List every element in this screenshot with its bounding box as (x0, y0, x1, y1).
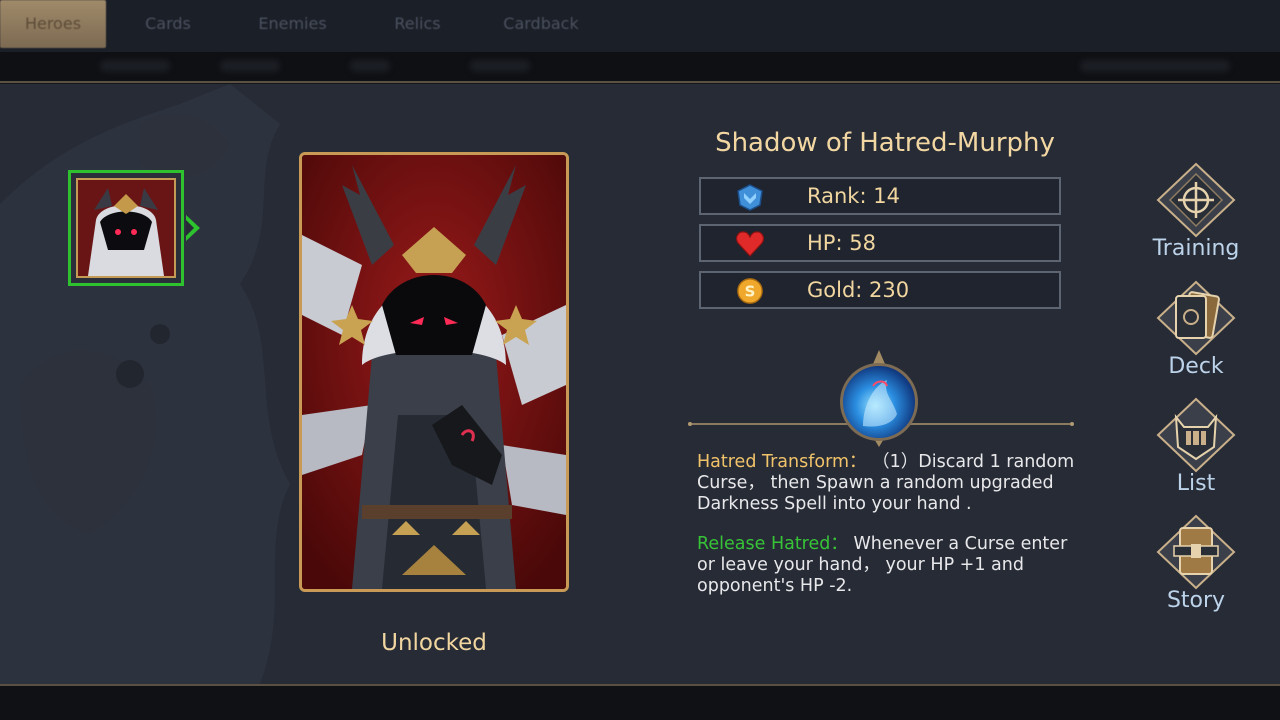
deck-label: Deck (1168, 354, 1224, 379)
stat-gold-text: Gold: 230 (807, 278, 910, 302)
deck-icon (1156, 280, 1236, 356)
list-label: List (1176, 471, 1216, 496)
heart-icon (735, 231, 765, 257)
skill-2-name: Release Hatred： (697, 534, 848, 554)
stat-gold: S Gold: 230 (699, 271, 1061, 309)
tab-enemies[interactable]: Enemies (240, 0, 345, 48)
hero-portrait-image (76, 178, 176, 278)
hero-detail-panel (0, 84, 1280, 684)
rank-icon (737, 184, 763, 211)
skill-1-description: Hatred Transform： （1）Discard 1 random Cu… (697, 452, 1077, 515)
tab-relics[interactable]: Relics (370, 0, 465, 48)
training-button[interactable]: Training (1150, 162, 1242, 272)
training-icon (1156, 162, 1236, 238)
list-icon (1156, 397, 1236, 473)
tab-heroes[interactable]: Heroes (0, 0, 106, 48)
hero-portrait-selected[interactable] (68, 170, 184, 286)
skill-2-description: Release Hatred： Whenever a Curse enter o… (697, 534, 1077, 597)
list-button[interactable]: List (1150, 397, 1242, 507)
deck-button[interactable]: Deck (1150, 280, 1242, 390)
stat-rank: Rank: 14 (699, 177, 1061, 215)
selection-arrow-icon (186, 215, 200, 241)
top-tab-bar: Heroes Cards Enemies Relics Cardback (0, 0, 1280, 52)
sub-tab-bar (0, 52, 1280, 82)
divider-line (0, 81, 1280, 83)
story-button[interactable]: Story (1150, 514, 1242, 624)
tab-cardback[interactable]: Cardback (486, 0, 596, 48)
training-label: Training (1152, 236, 1240, 261)
story-label: Story (1166, 588, 1226, 613)
story-icon (1156, 514, 1236, 590)
hero-status-label: Unlocked (381, 630, 487, 656)
stat-hp-text: HP: 58 (807, 231, 876, 255)
orb-ornament-top (873, 350, 885, 364)
skill-icon[interactable] (840, 363, 918, 441)
tab-cards[interactable]: Cards (118, 0, 218, 48)
hero-name: Shadow of Hatred-Murphy (715, 128, 1055, 158)
gold-coin-icon: S (737, 278, 763, 304)
stat-hp: HP: 58 (699, 224, 1061, 262)
bottom-bar (0, 686, 1280, 720)
svg-text:S: S (745, 283, 756, 301)
hero-card-art (299, 152, 569, 592)
skill-1-name: Hatred Transform： (697, 452, 867, 472)
stat-rank-text: Rank: 14 (807, 184, 900, 208)
